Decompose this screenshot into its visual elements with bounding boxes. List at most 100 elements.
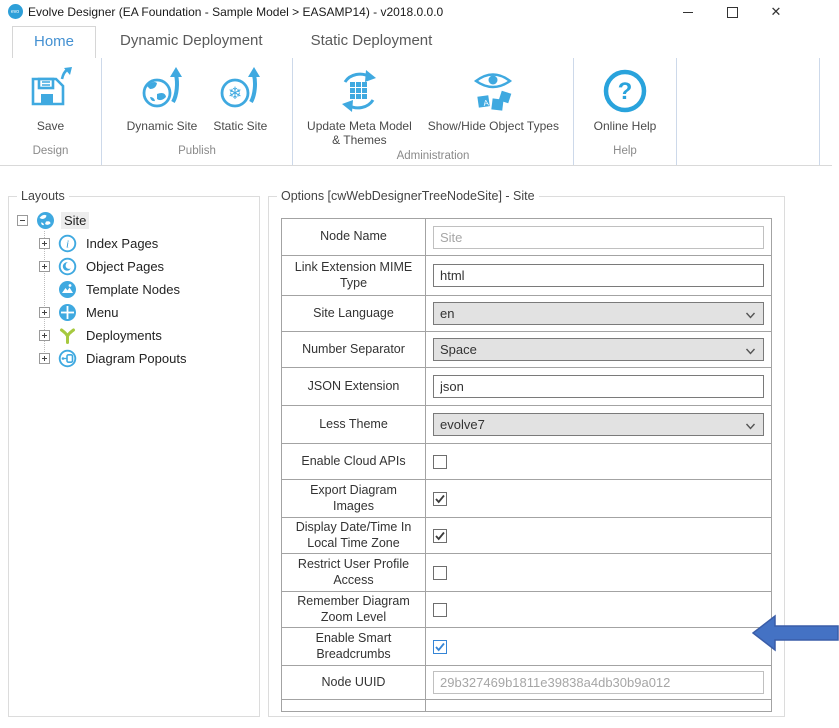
display-date-time-in-local-time-zone-checkbox[interactable] xyxy=(433,529,447,543)
option-label: Restrict User Profile Access xyxy=(288,557,419,588)
option-label: Export Diagram Images xyxy=(288,483,419,514)
annotation-arrow-icon xyxy=(752,614,839,652)
ribbon-group-name: Help xyxy=(574,145,676,165)
expander-plus-icon[interactable] xyxy=(39,307,50,318)
online-help-button[interactable]: ? Online Help xyxy=(588,64,663,136)
option-value-cell: en xyxy=(426,296,771,331)
enable-smart-breadcrumbs-checkbox[interactable] xyxy=(433,640,447,654)
tree-item-label[interactable]: Menu xyxy=(83,304,122,321)
static-site-icon: ❄ xyxy=(215,66,265,116)
show-hide-object-types-icon: A xyxy=(468,66,518,116)
enable-cloud-apis-checkbox[interactable] xyxy=(433,455,447,469)
tree-item-label[interactable]: Index Pages xyxy=(83,235,161,252)
svg-text:i: i xyxy=(66,239,69,251)
tab-dynamic-deployment[interactable]: Dynamic Deployment xyxy=(96,26,287,58)
option-value-cell xyxy=(426,700,771,711)
option-label-cell: Node UUID xyxy=(282,666,426,699)
options-row-empty xyxy=(282,699,771,711)
dropdown-selected-value: evolve7 xyxy=(440,417,485,432)
tree-item-label[interactable]: Site xyxy=(61,212,89,229)
option-label-cell: Link Extension MIME Type xyxy=(282,256,426,295)
less-theme-dropdown[interactable]: evolve7 xyxy=(433,413,764,436)
link-extension-mime-type-input[interactable] xyxy=(433,264,764,287)
option-label: Display Date/Time In Local Time Zone xyxy=(288,520,419,551)
dynamic-site-icon xyxy=(137,66,187,116)
ribbon-group-help: ? Online Help Help xyxy=(574,58,677,165)
option-value-cell: Space xyxy=(426,332,771,367)
tree-item-label[interactable]: Object Pages xyxy=(83,258,167,275)
ribbon-group-publish: Dynamic Site ❄ Static Site Publish xyxy=(102,58,293,165)
tree-item-index-pages[interactable]: i Index Pages xyxy=(9,232,259,255)
expander-plus-icon[interactable] xyxy=(39,261,50,272)
json-extension-input[interactable] xyxy=(433,375,764,398)
option-label-cell: JSON Extension xyxy=(282,368,426,405)
tree-item-label[interactable]: Deployments xyxy=(83,327,165,344)
chevron-down-icon xyxy=(745,345,756,360)
online-help-icon: ? xyxy=(600,66,650,116)
ribbon-group-name: Publish xyxy=(102,145,292,165)
option-label-cell: Number Separator xyxy=(282,332,426,367)
tree-item-template-nodes[interactable]: Template Nodes xyxy=(9,278,259,301)
option-label-cell: Less Theme xyxy=(282,406,426,443)
option-value-cell xyxy=(426,592,771,627)
save-button[interactable]: Save xyxy=(20,64,82,136)
options-row-restrict-user-profile-access: Restrict User Profile Access xyxy=(282,553,771,591)
tree-item-diagram-popouts[interactable]: Diagram Popouts xyxy=(9,347,259,370)
expander-plus-icon[interactable] xyxy=(39,353,50,364)
number-separator-dropdown[interactable]: Space xyxy=(433,338,764,361)
option-label: Node Name xyxy=(320,229,387,245)
option-value-cell xyxy=(426,444,771,479)
minimize-button[interactable] xyxy=(668,0,708,24)
option-label: Node UUID xyxy=(322,675,386,691)
expander-plus-icon[interactable] xyxy=(39,238,50,249)
tree-item-label[interactable]: Diagram Popouts xyxy=(83,350,189,367)
options-panel-title: Options [cwWebDesignerTreeNodeSite] - Si… xyxy=(277,189,539,203)
expander-plus-icon[interactable] xyxy=(39,330,50,341)
options-row-json-extension: JSON Extension xyxy=(282,367,771,405)
option-value-cell xyxy=(426,666,771,699)
option-label: Site Language xyxy=(313,306,394,322)
svg-text:❄: ❄ xyxy=(228,84,242,103)
tree-item-object-pages[interactable]: Object Pages xyxy=(9,255,259,278)
update-meta-model-button[interactable]: Update Meta Model & Themes xyxy=(301,64,418,150)
remember-diagram-zoom-level-checkbox[interactable] xyxy=(433,603,447,617)
chevron-down-icon xyxy=(745,420,756,435)
tree-item-label[interactable]: Template Nodes xyxy=(83,281,183,298)
option-label-cell: Site Language xyxy=(282,296,426,331)
title-bar: Evolve Designer (EA Foundation - Sample … xyxy=(0,0,839,24)
export-diagram-images-checkbox[interactable] xyxy=(433,492,447,506)
options-row-less-theme: Less Theme evolve7 xyxy=(282,405,771,443)
tab-home[interactable]: Home xyxy=(12,26,96,58)
tab-static-deployment[interactable]: Static Deployment xyxy=(287,26,457,58)
tree-item-deployments[interactable]: Deployments xyxy=(9,324,259,347)
static-site-button[interactable]: ❄ Static Site xyxy=(207,64,273,136)
close-button[interactable]: ✕ xyxy=(756,0,796,24)
maximize-button[interactable] xyxy=(712,0,752,24)
node-uuid-input xyxy=(433,671,764,694)
options-row-display-date-time-in-local-time-zone: Display Date/Time In Local Time Zone xyxy=(282,517,771,553)
option-label-cell: Enable Cloud APIs xyxy=(282,444,426,479)
update-meta-model-icon xyxy=(334,66,384,116)
restrict-user-profile-access-checkbox[interactable] xyxy=(433,566,447,580)
node-name-input xyxy=(433,226,764,249)
ribbon-button-label: Online Help xyxy=(594,120,657,134)
option-value-cell xyxy=(426,368,771,405)
object-pages-icon xyxy=(58,257,77,276)
layouts-tree: Site i Index Pages Object Pages Template … xyxy=(9,209,259,370)
deployments-icon xyxy=(58,326,77,345)
ribbon-group-spacer xyxy=(677,58,820,165)
index-pages-icon: i xyxy=(58,234,77,253)
option-value-cell xyxy=(426,518,771,553)
layouts-panel: Layouts Site iIndex Pages Object Pages T… xyxy=(8,196,260,717)
tree-item-menu[interactable]: Menu xyxy=(9,301,259,324)
tree-item-site[interactable]: Site xyxy=(9,209,259,232)
app-window: Evolve Designer (EA Foundation - Sample … xyxy=(0,0,839,728)
option-label-cell: Enable Smart Breadcrumbs xyxy=(282,628,426,665)
expander-minus-icon[interactable] xyxy=(17,215,28,226)
dynamic-site-button[interactable]: Dynamic Site xyxy=(121,64,204,136)
menu-icon xyxy=(58,303,77,322)
site-language-dropdown[interactable]: en xyxy=(433,302,764,325)
options-table: Node Name Link Extension MIME Type Site La… xyxy=(281,218,772,712)
show-hide-object-types-button[interactable]: AShow/Hide Object Types xyxy=(422,64,565,136)
option-value-cell xyxy=(426,480,771,517)
